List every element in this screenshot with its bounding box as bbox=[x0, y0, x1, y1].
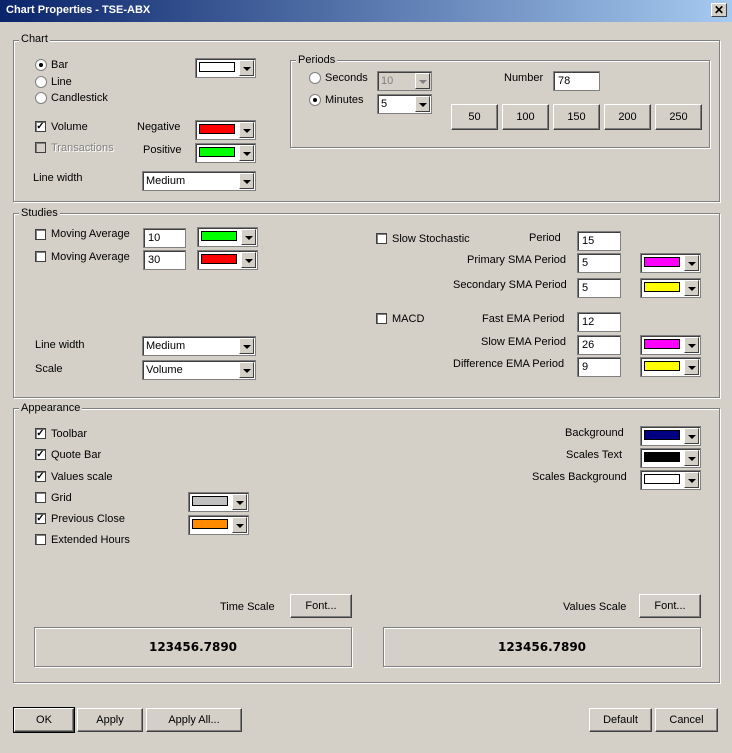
scale-label: Scale bbox=[35, 363, 63, 375]
cancel-button[interactable]: Cancel bbox=[655, 708, 718, 732]
periods-group-label: Periods bbox=[296, 54, 338, 66]
time-scale-font-button[interactable]: Font... bbox=[290, 594, 352, 618]
period-50-button[interactable]: 50 bbox=[451, 104, 498, 130]
chart-group-label: Chart bbox=[19, 33, 50, 45]
period-input[interactable]: 15 bbox=[577, 231, 621, 251]
seconds-radio[interactable] bbox=[309, 72, 321, 84]
appearance-group-label: Appearance bbox=[19, 402, 83, 414]
period-100-button[interactable]: 100 bbox=[502, 104, 549, 130]
default-button[interactable]: Default bbox=[589, 708, 652, 732]
slow-stochastic-label: Slow Stochastic bbox=[392, 233, 470, 245]
background-label: Background bbox=[565, 427, 624, 439]
scales-text-label: Scales Text bbox=[566, 449, 623, 461]
line-label: Line bbox=[51, 76, 72, 88]
chart-line-width-select[interactable]: Medium bbox=[142, 171, 256, 191]
diff-ema-input[interactable]: 9 bbox=[577, 357, 621, 377]
time-scale-label: Time Scale bbox=[220, 601, 275, 613]
quote-bar-label: Quote Bar bbox=[51, 449, 102, 461]
studies-group-label: Studies bbox=[19, 207, 60, 219]
quote-bar-checkbox[interactable]: ✓ bbox=[35, 449, 46, 460]
extended-hours-checkbox[interactable] bbox=[35, 534, 46, 545]
studies-line-width-label: Line width bbox=[35, 339, 85, 351]
slow-stochastic-checkbox[interactable] bbox=[376, 233, 387, 244]
negative-label: Negative bbox=[137, 121, 181, 133]
extended-hours-label: Extended Hours bbox=[51, 534, 130, 546]
window-title: Chart Properties - TSE-ABX bbox=[6, 4, 151, 16]
transactions-label: Transactions bbox=[51, 142, 114, 154]
bar-label: Bar bbox=[51, 59, 69, 71]
bar-radio[interactable] bbox=[35, 59, 47, 71]
minutes-radio[interactable] bbox=[309, 94, 321, 106]
toolbar-checkbox[interactable]: ✓ bbox=[35, 428, 46, 439]
apply-all-button[interactable]: Apply All... bbox=[146, 708, 242, 732]
background-color-picker[interactable] bbox=[640, 426, 701, 446]
ma2-label: Moving Average bbox=[51, 251, 130, 263]
volume-label: Volume bbox=[51, 121, 88, 133]
secondary-sma-label: Secondary SMA Period bbox=[453, 279, 567, 291]
diff-ema-color-picker[interactable] bbox=[640, 357, 701, 377]
fast-ema-input[interactable]: 12 bbox=[577, 312, 621, 332]
time-scale-preview: 123456.7890 bbox=[34, 627, 352, 667]
bar-color-picker[interactable] bbox=[195, 58, 256, 78]
close-button[interactable]: ✕ bbox=[711, 3, 727, 17]
slow-ema-input[interactable]: 26 bbox=[577, 335, 621, 355]
grid-label: Grid bbox=[51, 492, 72, 504]
ma1-color-picker[interactable] bbox=[197, 227, 258, 247]
values-scale-checkbox[interactable]: ✓ bbox=[35, 471, 46, 482]
ok-button[interactable]: OK bbox=[13, 707, 75, 733]
number-label: Number bbox=[504, 72, 544, 84]
scales-background-label: Scales Background bbox=[532, 471, 627, 483]
ma2-input[interactable]: 30 bbox=[143, 250, 186, 270]
values-scale-font-button[interactable]: Font... bbox=[639, 594, 701, 618]
macd-checkbox[interactable] bbox=[376, 313, 387, 324]
chart-line-width-label: Line width bbox=[33, 172, 83, 184]
primary-sma-color-picker[interactable] bbox=[640, 253, 701, 273]
previous-close-label: Previous Close bbox=[51, 513, 125, 525]
candlestick-radio[interactable] bbox=[35, 92, 47, 104]
primary-sma-label: Primary SMA Period bbox=[467, 254, 567, 266]
minutes-label: Minutes bbox=[325, 94, 364, 106]
positive-color-picker[interactable] bbox=[195, 143, 256, 163]
studies-line-width-select[interactable]: Medium bbox=[142, 336, 256, 356]
values-scale-font-label: Values Scale bbox=[563, 601, 627, 613]
positive-label: Positive bbox=[143, 144, 182, 156]
candlestick-label: Candlestick bbox=[51, 92, 108, 104]
previous-close-checkbox[interactable]: ✓ bbox=[35, 513, 46, 524]
scales-text-color-picker[interactable] bbox=[640, 448, 701, 468]
grid-checkbox[interactable] bbox=[35, 492, 46, 503]
slow-ema-color-picker[interactable] bbox=[640, 335, 701, 355]
primary-sma-input[interactable]: 5 bbox=[577, 253, 621, 273]
seconds-select[interactable]: 10 bbox=[377, 71, 432, 91]
ma1-checkbox[interactable] bbox=[35, 229, 46, 240]
ma2-color-picker[interactable] bbox=[197, 250, 258, 270]
ma2-checkbox[interactable] bbox=[35, 251, 46, 262]
period-250-button[interactable]: 250 bbox=[655, 104, 702, 130]
apply-button[interactable]: Apply bbox=[77, 708, 143, 732]
previous-close-color-picker[interactable] bbox=[188, 515, 249, 535]
number-input[interactable]: 78 bbox=[553, 71, 600, 91]
line-radio[interactable] bbox=[35, 76, 47, 88]
minutes-select[interactable]: 5 bbox=[377, 94, 432, 114]
fast-ema-label: Fast EMA Period bbox=[482, 313, 565, 325]
volume-checkbox[interactable]: ✓ bbox=[35, 121, 46, 132]
secondary-sma-color-picker[interactable] bbox=[640, 278, 701, 298]
transactions-checkbox[interactable] bbox=[35, 142, 46, 153]
macd-label: MACD bbox=[392, 313, 425, 325]
values-scale-preview: 123456.7890 bbox=[383, 627, 701, 667]
seconds-label: Seconds bbox=[325, 72, 368, 84]
period-200-button[interactable]: 200 bbox=[604, 104, 651, 130]
period-label: Period bbox=[529, 232, 561, 244]
scale-select[interactable]: Volume bbox=[142, 360, 256, 380]
ma1-label: Moving Average bbox=[51, 228, 130, 240]
period-150-button[interactable]: 150 bbox=[553, 104, 600, 130]
secondary-sma-input[interactable]: 5 bbox=[577, 278, 621, 298]
toolbar-label: Toolbar bbox=[51, 428, 88, 440]
grid-color-picker[interactable] bbox=[188, 492, 249, 512]
diff-ema-label: Difference EMA Period bbox=[453, 358, 565, 370]
slow-ema-label: Slow EMA Period bbox=[481, 336, 566, 348]
negative-color-picker[interactable] bbox=[195, 120, 256, 140]
scales-background-color-picker[interactable] bbox=[640, 470, 701, 490]
ma1-input[interactable]: 10 bbox=[143, 228, 186, 248]
values-scale-label: Values scale bbox=[51, 471, 113, 483]
